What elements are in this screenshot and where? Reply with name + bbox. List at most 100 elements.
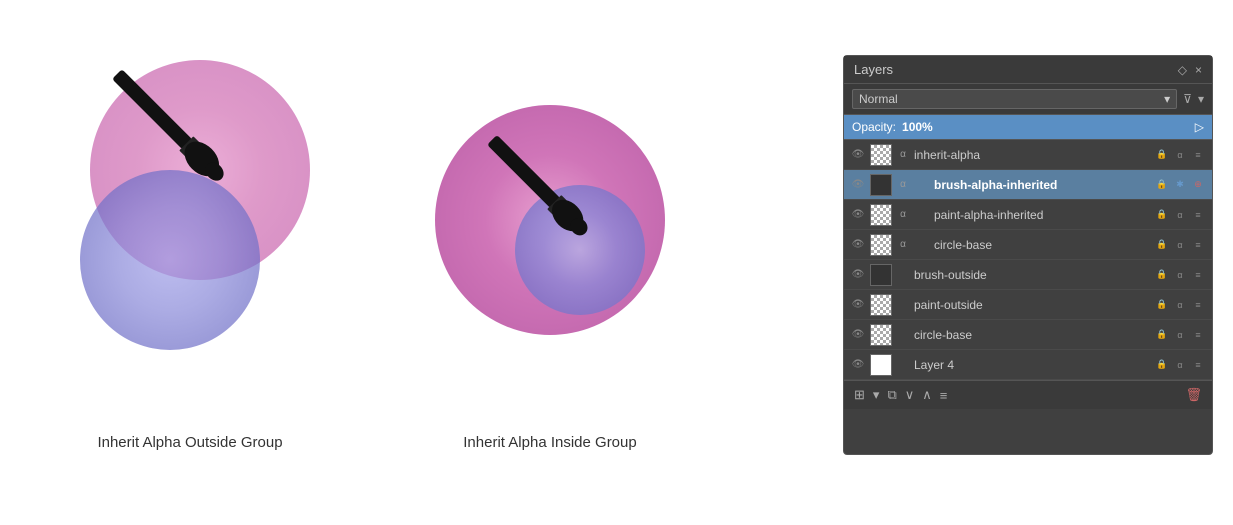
layer-alpha-link-icon[interactable]: α xyxy=(1172,360,1188,370)
close-icon[interactable]: × xyxy=(1195,63,1202,77)
layer-visibility-icon[interactable]: 👁 xyxy=(850,179,866,190)
layer-alpha-icon: α xyxy=(896,149,910,160)
layer-right-icons: 🔒α≡ xyxy=(1154,209,1206,220)
layer-right-icons: 🔒α≡ xyxy=(1154,329,1206,340)
main-container: Inherit Alpha Outside Group xyxy=(0,0,1233,525)
layer-name: brush-outside xyxy=(914,268,1150,282)
layer-name: paint-alpha-inherited xyxy=(934,208,1150,222)
blend-mode-row: Normal ▾ ⊽ ▾ xyxy=(844,84,1212,115)
layer-lock-icon[interactable]: 🔒 xyxy=(1154,179,1170,190)
layer-alpha-link-icon[interactable]: α xyxy=(1172,240,1188,250)
layer-list: 👁αinherit-alpha🔒α≡👁αbrush-alpha-inherite… xyxy=(844,140,1212,380)
layer-visibility-icon[interactable]: 👁 xyxy=(850,299,866,310)
brush-icon-right xyxy=(435,105,665,335)
filter-icon[interactable]: ⊽ xyxy=(1183,92,1192,106)
canvas-left xyxy=(40,30,340,410)
layer-alpha-icon: α xyxy=(896,179,910,190)
layer-visibility-icon[interactable]: 👁 xyxy=(850,269,866,280)
layers-panel-header: Layers ◇ × xyxy=(844,56,1212,84)
layer-visibility-icon[interactable]: 👁 xyxy=(850,359,866,370)
layer-right-icons: 🔒α≡ xyxy=(1154,359,1206,370)
layer-name: Layer 4 xyxy=(914,358,1150,372)
layer-alpha-link-icon[interactable]: α xyxy=(1172,150,1188,160)
layer-row[interactable]: 👁 Layer 4 🔒α≡ xyxy=(844,350,1212,380)
layer-row[interactable]: 👁αinherit-alpha🔒α≡ xyxy=(844,140,1212,170)
layer-lock-icon[interactable]: 🔒 xyxy=(1154,359,1170,370)
layer-extra-icon[interactable]: ≡ xyxy=(1190,270,1206,280)
opacity-value: 100% xyxy=(902,120,933,134)
caption-right: Inherit Alpha Inside Group xyxy=(463,434,636,451)
layer-thumbnail xyxy=(870,204,892,226)
add-layer-button[interactable]: ⊞ xyxy=(854,387,865,403)
layer-alpha-link-icon[interactable]: α xyxy=(1172,330,1188,340)
canvas-right xyxy=(435,105,665,335)
layer-extra-icon[interactable]: ≡ xyxy=(1190,300,1206,310)
layer-thumbnail xyxy=(870,174,892,196)
delete-layer-button[interactable]: 🗑 xyxy=(1185,387,1202,403)
move-up-button[interactable]: ∧ xyxy=(922,387,932,403)
layer-extra-icon[interactable]: ≡ xyxy=(1190,150,1206,160)
blend-mode-chevron: ▾ xyxy=(1164,92,1170,106)
layer-visibility-icon[interactable]: 👁 xyxy=(850,149,866,160)
layer-thumbnail xyxy=(870,144,892,166)
layer-extra-icon[interactable]: ≡ xyxy=(1190,240,1206,250)
layer-lock-icon[interactable]: 🔒 xyxy=(1154,329,1170,340)
layer-extra-icon[interactable]: ≡ xyxy=(1190,360,1206,370)
layer-visibility-icon[interactable]: 👁 xyxy=(850,329,866,340)
layer-right-icons: 🔒α≡ xyxy=(1154,239,1206,250)
layer-row[interactable]: 👁 α brush-alpha-inherited 🔒✱⊕ xyxy=(844,170,1212,200)
layer-visibility-icon[interactable]: 👁 xyxy=(850,239,866,250)
layer-row[interactable]: 👁 α paint-alpha-inherited 🔒α≡ xyxy=(844,200,1212,230)
opacity-row: Opacity: 100% ▷ xyxy=(844,115,1212,140)
layers-bottom-toolbar: ⊞ ▾ ⧉ ∨ ∧ ≡ 🗑 xyxy=(844,380,1212,409)
layer-name: brush-alpha-inherited xyxy=(934,178,1150,192)
brush-icon-left xyxy=(70,40,270,240)
illustration-right: Inherit Alpha Inside Group xyxy=(420,30,680,451)
layer-thumbnail xyxy=(870,264,892,286)
layers-panel-title: Layers xyxy=(854,62,893,77)
layer-name: paint-outside xyxy=(914,298,1150,312)
layer-name: inherit-alpha xyxy=(914,148,1150,162)
blend-mode-value: Normal xyxy=(859,92,898,106)
merge-button[interactable]: ≡ xyxy=(940,388,948,403)
layer-name: circle-base xyxy=(934,238,1150,252)
layer-thumbnail xyxy=(870,234,892,256)
layer-row[interactable]: 👁 paint-outside 🔒α≡ xyxy=(844,290,1212,320)
layer-row[interactable]: 👁αcircle-base🔒α≡ xyxy=(844,230,1212,260)
layer-extra-icon[interactable]: ≡ xyxy=(1190,210,1206,220)
layer-lock-icon[interactable]: 🔒 xyxy=(1154,209,1170,220)
layer-alpha-icon: α xyxy=(896,239,910,250)
layer-alpha-link-icon[interactable]: α xyxy=(1172,300,1188,310)
blend-mode-dropdown[interactable]: Normal ▾ xyxy=(852,89,1177,109)
layers-panel: Layers ◇ × Normal ▾ ⊽ ▾ Opacity: 100% ▷ … xyxy=(843,55,1213,455)
layer-row[interactable]: 👁 brush-outside 🔒α≡ xyxy=(844,260,1212,290)
layer-thumbnail xyxy=(870,354,892,376)
layer-name: circle-base xyxy=(914,328,1150,342)
layer-row[interactable]: 👁 circle-base 🔒α≡ xyxy=(844,320,1212,350)
layer-right-icons: 🔒✱⊕ xyxy=(1154,179,1206,190)
group-button[interactable]: ⧉ xyxy=(887,387,896,403)
illustration-left: Inherit Alpha Outside Group xyxy=(40,30,340,451)
layer-right-icons: 🔒α≡ xyxy=(1154,269,1206,280)
layer-extra-icon[interactable]: ≡ xyxy=(1190,330,1206,340)
opacity-expand-icon[interactable]: ▷ xyxy=(1195,120,1204,134)
layer-alpha-link-icon[interactable]: α xyxy=(1172,210,1188,220)
move-down-button[interactable]: ∨ xyxy=(905,387,915,403)
layer-right-icons: 🔒α≡ xyxy=(1154,149,1206,160)
diamond-icon[interactable]: ◇ xyxy=(1178,63,1187,77)
layer-thumbnail xyxy=(870,294,892,316)
layer-alpha-link-icon[interactable]: ✱ xyxy=(1172,179,1188,190)
layer-thumbnail xyxy=(870,324,892,346)
opacity-label: Opacity: xyxy=(852,120,896,134)
layer-extra-icon[interactable]: ⊕ xyxy=(1190,179,1206,190)
layer-visibility-icon[interactable]: 👁 xyxy=(850,209,866,220)
layer-alpha-link-icon[interactable]: α xyxy=(1172,270,1188,280)
filter-chevron[interactable]: ▾ xyxy=(1198,92,1204,106)
layer-lock-icon[interactable]: 🔒 xyxy=(1154,299,1170,310)
layer-right-icons: 🔒α≡ xyxy=(1154,299,1206,310)
layer-lock-icon[interactable]: 🔒 xyxy=(1154,149,1170,160)
add-chevron[interactable]: ▾ xyxy=(873,387,880,403)
layer-lock-icon[interactable]: 🔒 xyxy=(1154,239,1170,250)
header-icons: ◇ × xyxy=(1178,63,1202,77)
layer-lock-icon[interactable]: 🔒 xyxy=(1154,269,1170,280)
